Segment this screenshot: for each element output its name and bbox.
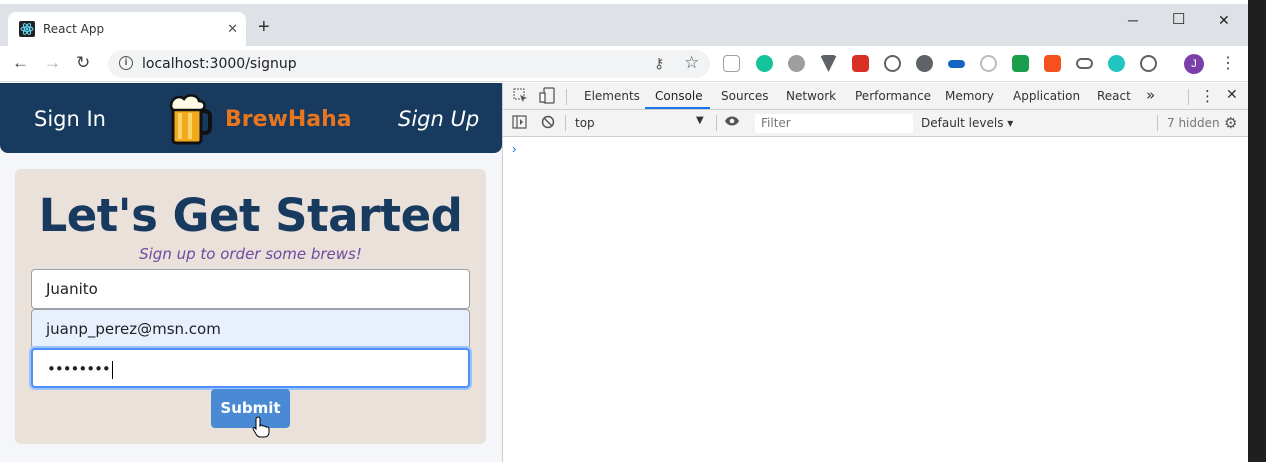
divider — [1188, 89, 1189, 105]
console-filter-input[interactable]: Filter — [755, 114, 913, 133]
console-prompt[interactable]: › — [512, 141, 516, 156]
tab-elements[interactable]: Elements — [584, 89, 640, 103]
tab-network[interactable]: Network — [786, 89, 836, 103]
extension-icon[interactable] — [1044, 55, 1061, 72]
nav-signup-link[interactable]: Sign Up — [398, 107, 479, 131]
browser-menu-icon[interactable]: ⋮ — [1220, 53, 1236, 73]
context-selector[interactable]: top — [575, 116, 595, 130]
new-tab-button[interactable]: + — [258, 16, 270, 39]
desktop-background-strip — [1248, 0, 1266, 462]
divider — [1157, 115, 1158, 131]
forward-arrow-icon[interactable]: → — [44, 53, 61, 73]
divider — [716, 115, 717, 131]
brand-name[interactable]: BrewHaha — [225, 107, 352, 132]
clear-console-icon[interactable] — [541, 115, 555, 132]
tab-sources[interactable]: Sources — [721, 89, 768, 103]
device-toolbar-icon[interactable] — [539, 87, 555, 107]
tab-application[interactable]: Application — [1013, 89, 1080, 103]
tab-memory[interactable]: Memory — [945, 89, 994, 103]
signup-card: Let's Get Started Sign up to order some … — [15, 169, 486, 444]
password-field[interactable]: •••••••• — [31, 348, 470, 388]
log-levels-dropdown[interactable]: Default levels ▾ — [921, 116, 1013, 130]
maximize-button[interactable]: ☐ — [1172, 10, 1185, 28]
back-arrow-icon[interactable]: ← — [12, 53, 29, 73]
address-bar[interactable]: i localhost:3000/signup ⚷ ☆ — [108, 50, 710, 78]
email-field[interactable]: juanp_perez@msn.com — [31, 309, 470, 349]
tab-performance[interactable]: Performance — [855, 89, 931, 103]
tab-strip: React App ✕ + ─ ☐ ✕ — [0, 4, 1248, 46]
extension-icon[interactable] — [852, 55, 869, 72]
tab-react[interactable]: React — [1097, 89, 1131, 103]
devtools-panel: Elements Console Sources Network Perform… — [502, 83, 1248, 462]
app-viewport: Sign In BrewHaha Sign Up Let's Get Start… — [0, 83, 502, 462]
extension-icon[interactable] — [1108, 55, 1125, 72]
extension-icon[interactable] — [788, 55, 805, 72]
devtools-tabbar: Elements Console Sources Network Perform… — [503, 83, 1248, 110]
page-title: Let's Get Started — [38, 189, 463, 242]
reload-icon[interactable]: ↻ — [76, 53, 90, 73]
devtools-menu-icon[interactable]: ⋮ — [1200, 87, 1215, 105]
grammarly-icon[interactable] — [756, 55, 773, 72]
live-expression-eye-icon[interactable] — [724, 115, 740, 130]
minimize-button[interactable]: ─ — [1128, 12, 1138, 28]
vue-devtools-icon[interactable] — [820, 55, 837, 72]
profile-avatar[interactable]: J — [1184, 54, 1204, 74]
tab-title: React App — [43, 22, 105, 36]
chevron-down-icon[interactable]: ▼ — [696, 115, 704, 126]
browser-window: React App ✕ + ─ ☐ ✕ ← → ↻ i localhost:30… — [0, 0, 1248, 462]
tab-console[interactable]: Console — [655, 89, 703, 103]
extension-icon[interactable] — [1140, 55, 1157, 72]
divider — [565, 115, 566, 131]
devtools-close-icon[interactable]: ✕ — [1226, 87, 1238, 103]
extension-icon[interactable] — [1012, 55, 1029, 72]
page-subtitle: Sign up to order some brews! — [139, 245, 362, 263]
window-close-button[interactable]: ✕ — [1218, 12, 1230, 29]
more-tabs-button[interactable]: » — [1146, 86, 1155, 104]
name-field[interactable]: Juanito — [31, 269, 470, 309]
bookmark-star-icon[interactable]: ☆ — [684, 53, 699, 73]
console-toolbar: top ▼ Filter Default levels ▾ 7 hidden ⚙ — [503, 110, 1248, 137]
hidden-count: 7 hidden — [1167, 116, 1220, 130]
extension-icon[interactable] — [948, 60, 965, 68]
sidebar-toggle-icon[interactable] — [512, 115, 527, 132]
extension-icon[interactable] — [916, 55, 933, 72]
divider — [566, 89, 567, 105]
nav-signin-link[interactable]: Sign In — [34, 107, 106, 131]
hand-pointer-icon — [252, 416, 270, 443]
extension-icon[interactable] — [884, 55, 901, 72]
extension-icon[interactable] — [723, 55, 740, 72]
react-favicon-icon — [19, 21, 35, 37]
extension-icon[interactable] — [1076, 58, 1093, 69]
inspect-element-icon[interactable] — [513, 88, 528, 106]
submit-button[interactable]: Submit — [211, 389, 290, 428]
active-tab-indicator — [645, 107, 710, 109]
browser-toolbar: ← → ↻ i localhost:3000/signup ⚷ ☆ J ⋮ — [0, 46, 1248, 82]
tab-close-icon[interactable]: ✕ — [227, 21, 238, 37]
key-icon[interactable]: ⚷ — [654, 55, 664, 72]
console-settings-gear-icon[interactable]: ⚙ — [1224, 114, 1237, 132]
password-value: •••••••• — [47, 360, 111, 378]
extension-icon[interactable] — [980, 55, 997, 72]
beer-mug-icon — [168, 93, 214, 145]
url-text: localhost:3000/signup — [142, 56, 297, 72]
app-navbar: Sign In BrewHaha Sign Up — [0, 83, 502, 153]
browser-tab[interactable]: React App ✕ — [8, 12, 246, 46]
site-info-icon[interactable]: i — [119, 56, 133, 70]
text-caret — [111, 360, 113, 379]
